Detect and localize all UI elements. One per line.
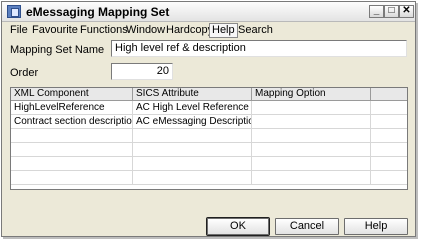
app-icon: [7, 5, 21, 18]
menu-bar: File Favourite Functions Window Hardcopy…: [2, 23, 415, 38]
order-label: Order: [10, 67, 39, 79]
cell-xml-component: HighLevelReference: [11, 101, 133, 115]
cell-mapping-option[interactable]: [252, 115, 371, 129]
menu-file[interactable]: File: [8, 24, 30, 36]
cell-empty: [11, 143, 133, 157]
title-bar[interactable]: eMessaging Mapping Set _ □ ✕: [2, 2, 415, 22]
mapping-set-name-label: Mapping Set Name: [10, 44, 105, 56]
mapping-grid[interactable]: XML Component SICS Attribute Mapping Opt…: [10, 87, 408, 190]
cell-empty: [252, 157, 371, 171]
cell-empty: [252, 129, 371, 143]
cell-empty: [11, 157, 133, 171]
grid-header: XML Component SICS Attribute Mapping Opt…: [11, 88, 407, 101]
window-title: eMessaging Mapping Set: [26, 5, 170, 19]
column-header-sics-attribute[interactable]: SICS Attribute: [133, 88, 252, 101]
help-button[interactable]: Help: [344, 218, 408, 235]
ok-button[interactable]: OK: [206, 217, 270, 236]
cell-empty: [252, 171, 371, 185]
menu-help[interactable]: Help: [209, 23, 238, 38]
menu-search[interactable]: Search: [236, 24, 275, 36]
table-row-empty[interactable]: [11, 129, 407, 143]
menu-hardcopy[interactable]: Hardcopy: [164, 24, 215, 36]
column-header-xml-component[interactable]: XML Component: [11, 88, 133, 101]
cell-empty: [133, 129, 252, 143]
maximize-icon[interactable]: □: [384, 5, 399, 18]
close-icon[interactable]: ✕: [399, 5, 414, 18]
table-row-empty[interactable]: [11, 171, 407, 185]
cell-empty: [11, 171, 133, 185]
order-field[interactable]: 20: [111, 63, 173, 80]
table-row-empty[interactable]: [11, 157, 407, 171]
cell-empty: [133, 157, 252, 171]
cell-empty: [252, 143, 371, 157]
cell-empty: [11, 129, 133, 143]
cell-empty: [133, 143, 252, 157]
table-row[interactable]: HighLevelReference AC High Level Referen…: [11, 101, 407, 115]
table-row[interactable]: Contract section description AC eMessagi…: [11, 115, 407, 129]
column-header-mapping-option[interactable]: Mapping Option: [252, 88, 371, 101]
cell-empty: [133, 171, 252, 185]
menu-functions[interactable]: Functions: [78, 24, 130, 36]
mapping-set-window: eMessaging Mapping Set _ □ ✕ File Favour…: [1, 1, 416, 237]
cell-mapping-option[interactable]: [252, 101, 371, 115]
cell-xml-component: Contract section description: [11, 115, 133, 129]
menu-favourite[interactable]: Favourite: [30, 24, 80, 36]
table-row-empty[interactable]: [11, 143, 407, 157]
mapping-set-name-field[interactable]: High level ref & description: [111, 40, 407, 57]
menu-window[interactable]: Window: [124, 24, 167, 36]
minimize-icon[interactable]: _: [369, 5, 384, 18]
cell-sics-attribute: AC eMessaging Description: [133, 115, 252, 129]
cell-sics-attribute: AC High Level Reference: [133, 101, 252, 115]
cancel-button[interactable]: Cancel: [275, 218, 339, 235]
